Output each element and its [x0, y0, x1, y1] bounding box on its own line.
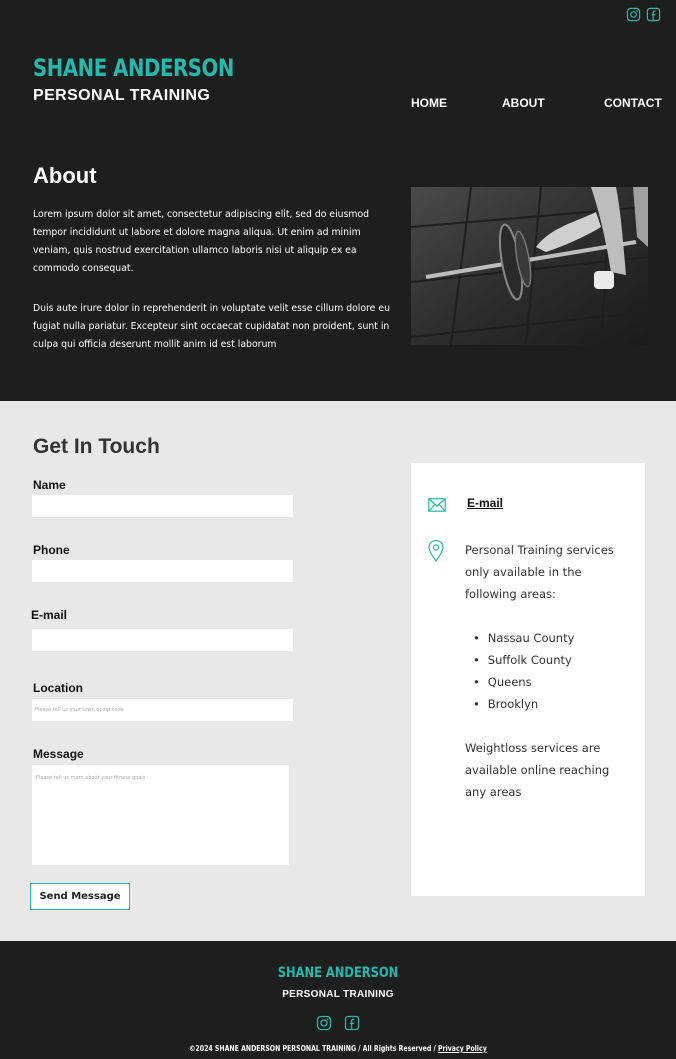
privacy-policy-link[interactable]: Privacy Policy: [438, 1044, 487, 1053]
phone-input[interactable]: [32, 560, 293, 582]
email-label: E-mail: [31, 608, 68, 622]
instagram-icon[interactable]: [316, 1015, 332, 1031]
weightloss-text: Weightloss services are available online…: [465, 741, 610, 799]
nav-about[interactable]: ABOUT: [502, 96, 545, 110]
facebook-icon[interactable]: [646, 7, 661, 22]
area-item: Suffolk County: [473, 649, 574, 671]
site-footer: SHANE ANDERSON PERSONAL TRAINING ©2024 S…: [0, 941, 676, 1059]
nav-contact[interactable]: CONTACT: [604, 96, 662, 110]
message-textarea[interactable]: [32, 765, 289, 865]
location-label: Location: [33, 681, 83, 695]
send-message-button[interactable]: Send Message: [30, 883, 130, 910]
copyright-text: ©2024 SHANE ANDERSON PERSONAL TRAINING /…: [61, 1044, 615, 1053]
about-photo: [411, 187, 648, 345]
footer-brand-subtitle: PERSONAL TRAINING: [282, 989, 394, 1000]
facebook-icon[interactable]: [344, 1015, 360, 1031]
footer-brand-name: SHANE ANDERSON: [277, 965, 399, 981]
instagram-icon[interactable]: [626, 7, 641, 22]
mail-icon: [428, 498, 446, 512]
name-input[interactable]: [32, 495, 293, 517]
email-input[interactable]: [32, 629, 293, 651]
name-label: Name: [33, 478, 66, 492]
about-paragraph-2: Duis aute irure dolor in reprehenderit i…: [33, 303, 390, 350]
about-title: About: [33, 163, 97, 188]
location-pin-icon: [428, 540, 444, 562]
copyright-label: ©2024 SHANE ANDERSON PERSONAL TRAINING /…: [189, 1044, 438, 1053]
location-input[interactable]: [32, 699, 293, 721]
area-item: Brooklyn: [473, 693, 574, 715]
area-item: Queens: [473, 671, 574, 693]
brand-subtitle: PERSONAL TRAINING: [33, 87, 211, 104]
area-list: Nassau County Suffolk County Queens Broo…: [473, 627, 575, 715]
area-item: Nassau County: [473, 627, 575, 649]
about-paragraph-1: Lorem ipsum dolor sit amet, consectetur …: [33, 209, 370, 274]
message-label: Message: [33, 747, 84, 761]
phone-label: Phone: [33, 543, 70, 557]
site-header: SHANE ANDERSON PERSONAL TRAINING HOME AB…: [0, 0, 676, 401]
email-link[interactable]: E-mail: [467, 496, 503, 510]
nav-home[interactable]: HOME: [411, 96, 447, 110]
contact-info-card: E-mail Personal Training services only a…: [411, 463, 645, 896]
contact-section: Get In Touch Name Phone E-mail Location …: [0, 401, 676, 941]
contact-title: Get In Touch: [33, 435, 160, 458]
service-area-text: Personal Training services only availabl…: [465, 543, 614, 601]
brand-name[interactable]: SHANE ANDERSON: [33, 54, 234, 82]
